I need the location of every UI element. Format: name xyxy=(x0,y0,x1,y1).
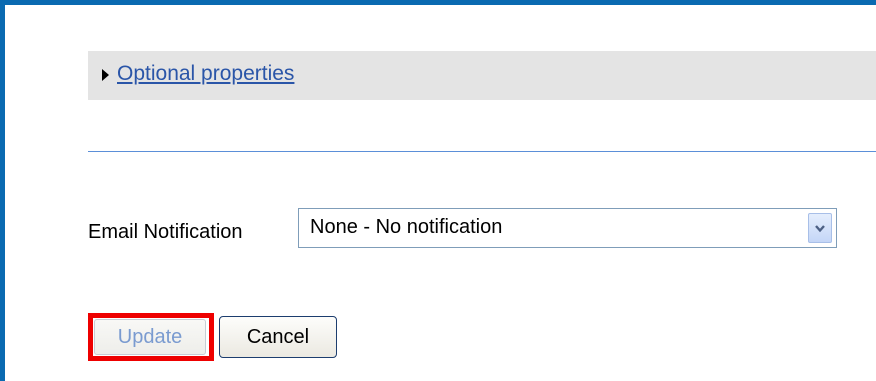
email-notification-label: Email Notification xyxy=(88,220,243,243)
email-notification-select[interactable]: None - No notification xyxy=(298,208,837,248)
optional-properties-link[interactable]: Optional properties xyxy=(117,62,294,86)
cancel-button[interactable]: Cancel xyxy=(219,316,337,358)
chevron-down-glyph xyxy=(815,224,825,232)
email-notification-selected-value: None - No notification xyxy=(310,216,503,238)
chevron-down-icon[interactable] xyxy=(808,213,832,243)
section-divider xyxy=(88,151,876,152)
page-frame: Optional properties Email Notification N… xyxy=(0,0,876,381)
triangle-right-icon[interactable] xyxy=(102,68,109,81)
email-notification-row: Email Notification xyxy=(88,208,243,252)
optional-properties-section[interactable]: Optional properties xyxy=(88,51,876,100)
update-button[interactable]: Update xyxy=(94,319,206,355)
